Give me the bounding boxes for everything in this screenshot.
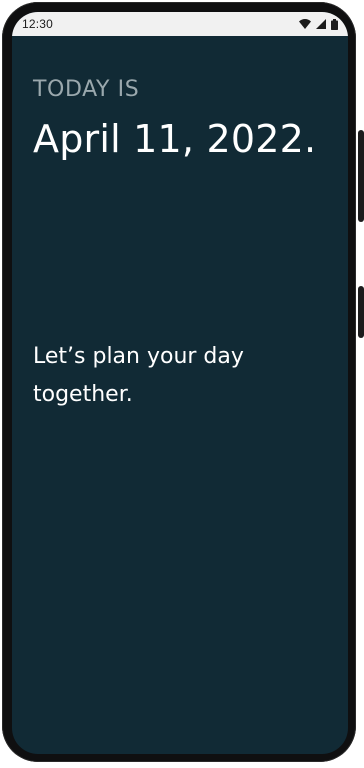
current-date: April 11, 2022. — [33, 117, 317, 161]
power-button — [358, 130, 364, 222]
status-time: 12:30 — [22, 17, 54, 31]
wifi-icon — [299, 19, 311, 29]
status-icons — [299, 18, 338, 30]
date-section: TODAY IS April 11, 2022. — [33, 70, 328, 162]
plan-message: Let’s plan your day together. — [33, 344, 244, 407]
cellular-signal-icon — [316, 19, 326, 29]
battery-icon — [331, 18, 338, 30]
status-bar: 12:30 — [12, 12, 348, 36]
app-screen: 12:30 TODAY IS April 11, 2022. Let’s pla… — [12, 12, 348, 754]
today-label: TODAY IS — [33, 77, 140, 102]
volume-button — [358, 286, 364, 338]
